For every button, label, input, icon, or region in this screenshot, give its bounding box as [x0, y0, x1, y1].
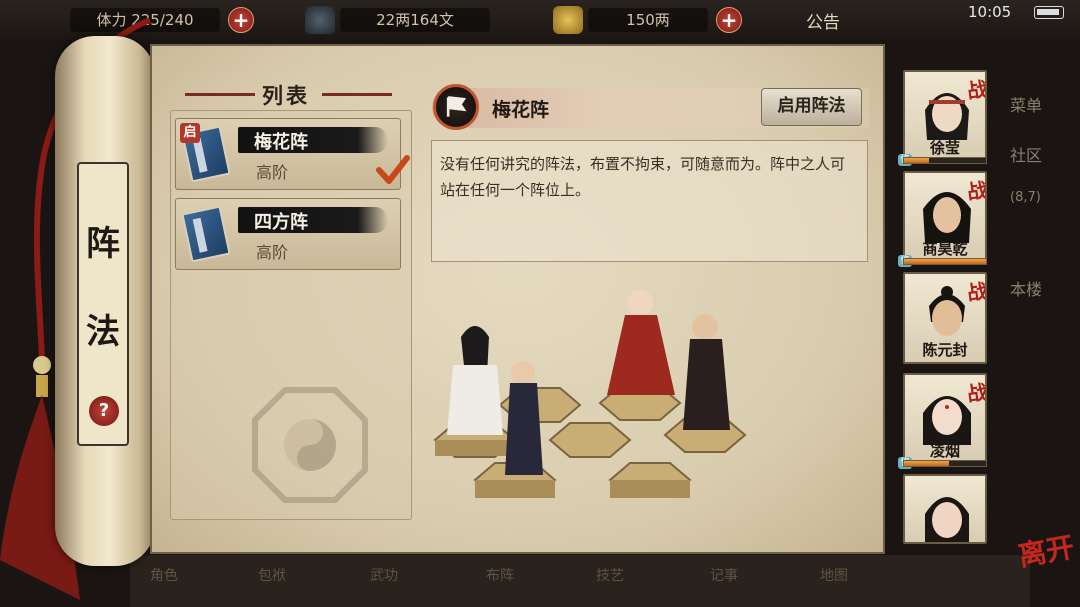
checkmark-icon [376, 155, 410, 184]
bottom-menu-craft: 技艺 [596, 568, 624, 584]
hero-card-xuying[interactable]: 战 徐莹 [903, 70, 987, 162]
hero-progress-bar [903, 157, 987, 164]
in-battle-badge: 战 [965, 76, 987, 104]
enable-formation-button[interactable]: 启用阵法 [761, 88, 862, 126]
background-coordinate: (8,7) [1010, 190, 1041, 205]
character-figure-white [447, 326, 503, 435]
in-battle-badge: 战 [965, 177, 987, 205]
title-ornament-left [185, 93, 255, 96]
formation-grade: 高阶 [256, 243, 289, 262]
scroll-char-1: 阵 [86, 224, 120, 264]
hero-name: 商昊乾 [922, 240, 968, 258]
silver-icon [305, 6, 335, 34]
in-battle-badge: 战 [965, 278, 987, 306]
hero-card-lingyan[interactable]: 战 凌烟 [903, 373, 987, 465]
background-community-item: 社区 [1010, 146, 1043, 165]
hero-progress-bar [903, 258, 987, 265]
top-status-bar: 体力 225/240 + 22两164文 150两 + 公告 10:05 [0, 0, 1080, 40]
hero-card-chenyuanfeng[interactable]: 战 陈元封 [903, 272, 987, 364]
add-gold-button[interactable]: + [716, 7, 742, 33]
formation-item-sifang[interactable]: 四方阵 高阶 [175, 198, 401, 270]
notice-button[interactable]: 公告 [806, 8, 840, 33]
hero-portrait [925, 497, 969, 542]
hero-name: 徐莹 [929, 139, 960, 157]
gold-counter: 150两 [588, 8, 708, 32]
hero-card-shanghaoqian[interactable]: 战 商昊乾 [903, 171, 987, 263]
silver-counter: 22两164文 [340, 8, 490, 32]
hero-card-5[interactable] [903, 474, 987, 544]
bottom-menu-journal: 记事 [710, 568, 738, 584]
formation-grade: 高阶 [256, 163, 289, 182]
in-battle-badge: 战 [965, 379, 987, 407]
bottom-menu-formation: 布阵 [486, 568, 514, 584]
battery-icon [1034, 6, 1064, 19]
bagua-watermark-icon [252, 387, 368, 503]
hero-name: 凌烟 [929, 442, 960, 460]
gold-ingot-icon [553, 6, 583, 34]
description-box: 没有任何讲究的阵法，布置不拘束，可随意而为。阵中之人可站在任何一个阵位上。 [431, 140, 868, 262]
background-building-item: 本楼 [1010, 280, 1043, 299]
help-button[interactable]: ? [89, 396, 119, 426]
manual-book-icon [181, 205, 231, 263]
hero-name: 陈元封 [922, 341, 968, 359]
list-title: 列表 [262, 84, 310, 108]
description-text: 没有任何讲究的阵法，布置不拘束，可随意而为。阵中之人可站在任何一个阵位上。 [440, 155, 846, 199]
add-stamina-button[interactable]: + [228, 7, 254, 33]
background-menu-item: 菜单 [1010, 96, 1043, 115]
title-ornament-right [322, 93, 392, 96]
formation-name: 梅花阵 [254, 132, 308, 153]
bottom-menu-skills: 武功 [370, 568, 398, 584]
bottom-menu-bag: 包袱 [258, 568, 286, 584]
flag-icon [433, 84, 479, 130]
detail-title: 梅花阵 [492, 99, 550, 121]
clock: 10:05 [968, 3, 1012, 21]
leave-button[interactable]: 离开 [1015, 525, 1077, 574]
bottom-menu-map: 地图 [820, 568, 848, 584]
hero-progress-bar [903, 460, 987, 467]
formation-name: 四方阵 [254, 212, 308, 233]
formation-item-meihua[interactable]: 启 梅花阵 高阶 [175, 118, 410, 190]
scroll-char-2: 法 [86, 312, 120, 352]
formation-board[interactable] [425, 275, 765, 525]
enabled-badge: 启 [180, 123, 200, 143]
